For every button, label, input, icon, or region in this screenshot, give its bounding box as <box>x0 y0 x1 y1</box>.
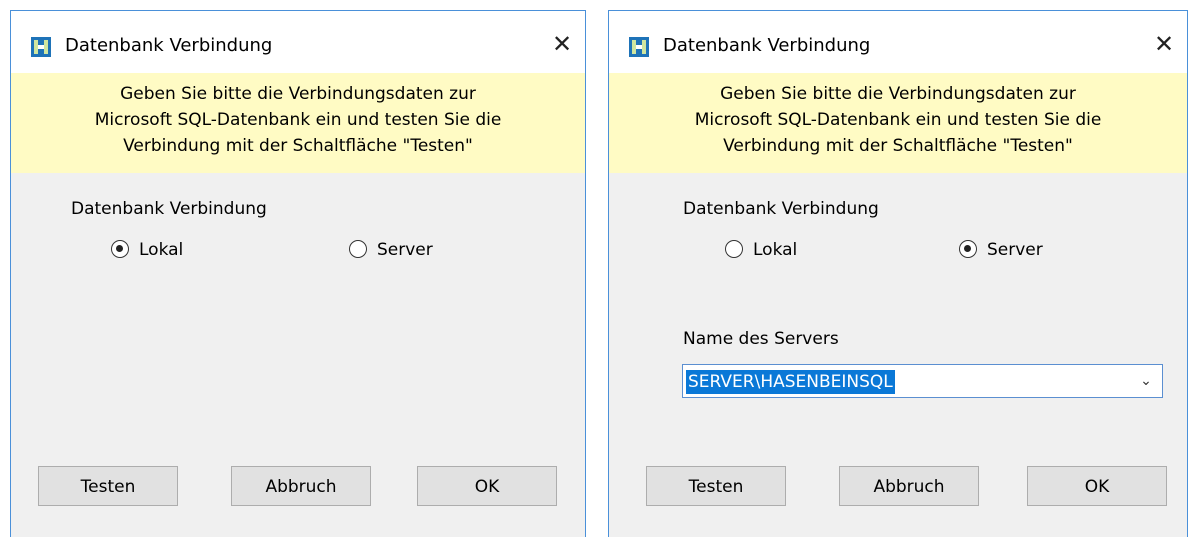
ok-button[interactable]: OK <box>417 466 557 506</box>
banner-line: Geben Sie bitte die Verbindungsdaten zur <box>720 84 1076 104</box>
dialog-server: Datenbank Verbindung ✕ Geben Sie bitte d… <box>608 10 1188 537</box>
banner-line: Verbindung mit der Schaltfläche "Testen" <box>723 136 1073 156</box>
radio-label: Lokal <box>139 240 184 260</box>
radio-circle <box>111 240 129 258</box>
test-button[interactable]: Testen <box>38 466 178 506</box>
server-name-combobox[interactable]: SERVER\HASENBEINSQL ⌄ <box>682 364 1163 398</box>
radio-local[interactable]: Lokal <box>725 239 797 261</box>
title-bar: Datenbank Verbindung ✕ <box>11 11 585 73</box>
banner-line: Microsoft SQL-Datenbank ein und testen S… <box>94 110 502 130</box>
close-icon[interactable]: ✕ <box>1147 29 1181 61</box>
radio-selected-dot <box>964 245 971 252</box>
radio-server[interactable]: Server <box>959 239 1043 261</box>
window-title: Datenbank Verbindung <box>65 35 273 56</box>
app-icon <box>629 37 649 57</box>
radio-label: Lokal <box>753 240 798 260</box>
banner-line: Microsoft SQL-Datenbank ein und testen S… <box>694 110 1102 130</box>
close-icon[interactable]: ✕ <box>545 29 579 61</box>
radio-label: Server <box>987 240 1043 260</box>
info-banner: Geben Sie bitte die Verbindungsdaten zur… <box>609 73 1187 173</box>
cancel-button[interactable]: Abbruch <box>839 466 979 506</box>
window-title: Datenbank Verbindung <box>663 35 871 56</box>
radio-circle <box>349 240 367 258</box>
radio-server[interactable]: Server <box>349 239 433 261</box>
server-name-value[interactable]: SERVER\HASENBEINSQL <box>686 370 895 394</box>
banner-line: Verbindung mit der Schaltfläche "Testen" <box>123 136 473 156</box>
ok-button[interactable]: OK <box>1027 466 1167 506</box>
connection-group-label: Datenbank Verbindung <box>683 199 879 219</box>
chevron-down-icon[interactable]: ⌄ <box>1136 369 1156 393</box>
radio-circle <box>959 240 977 258</box>
test-button[interactable]: Testen <box>646 466 786 506</box>
server-name-label: Name des Servers <box>683 329 839 349</box>
dialog-local: Datenbank Verbindung ✕ Geben Sie bitte d… <box>10 10 586 537</box>
info-banner: Geben Sie bitte die Verbindungsdaten zur… <box>11 73 585 173</box>
banner-line: Geben Sie bitte die Verbindungsdaten zur <box>120 84 476 104</box>
radio-circle <box>725 240 743 258</box>
radio-selected-dot <box>116 245 123 252</box>
title-bar: Datenbank Verbindung ✕ <box>609 11 1187 73</box>
radio-label: Server <box>377 240 433 260</box>
radio-local[interactable]: Lokal <box>111 239 183 261</box>
connection-group-label: Datenbank Verbindung <box>71 199 267 219</box>
app-icon <box>31 37 51 57</box>
cancel-button[interactable]: Abbruch <box>231 466 371 506</box>
